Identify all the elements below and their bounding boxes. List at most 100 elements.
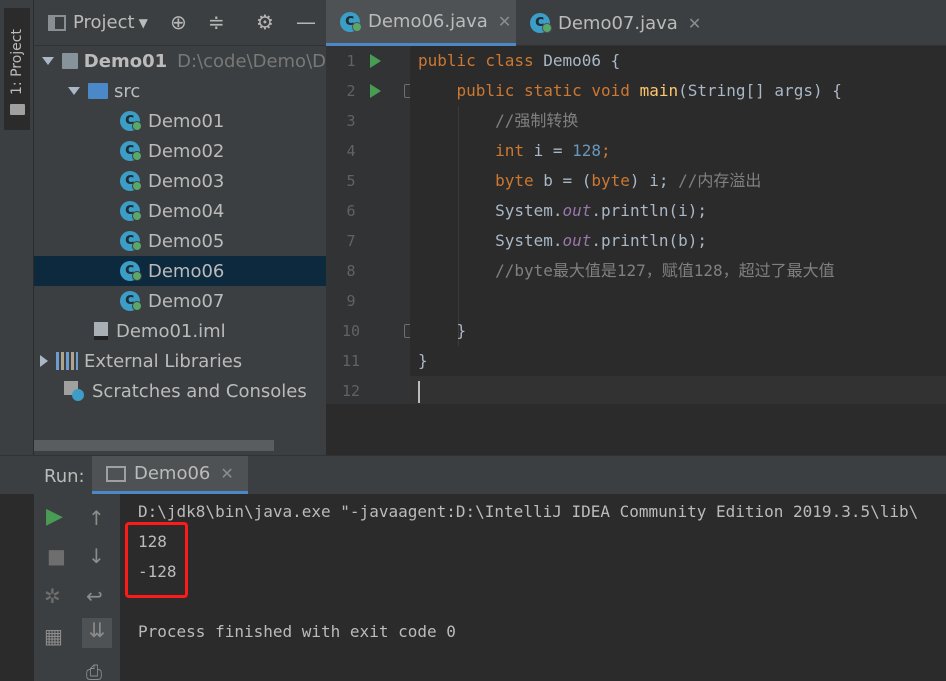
tree-item-module[interactable]: Demo01 D:\code\Demo\D: [34, 46, 326, 76]
project-view-label: Project: [73, 12, 135, 33]
run-tab-demo06[interactable]: Demo06 ✕: [92, 456, 248, 494]
tree-item-class[interactable]: Demo03: [34, 166, 326, 196]
gear-icon[interactable]: ⚙: [256, 10, 274, 34]
up-arrow-icon[interactable]: ↑: [88, 506, 105, 530]
run-method-icon[interactable]: [370, 84, 381, 98]
tree-item-label: Demo04: [148, 200, 225, 222]
code-line-7: System.out.println(b);: [495, 231, 707, 250]
line-number: 11: [341, 352, 361, 370]
code-line-6: System.out.println(i);: [495, 201, 707, 220]
project-tool-tab[interactable]: 1: Project: [4, 8, 30, 130]
java-class-icon: [120, 289, 142, 311]
code-line-1: public class Demo06 {: [418, 51, 621, 70]
console-command-line: D:\jdk8\bin\java.exe "-javaagent:D:\Inte…: [138, 502, 919, 521]
tree-item-iml[interactable]: Demo01.iml: [34, 316, 326, 346]
tree-item-label: Demo01: [148, 110, 225, 132]
java-class-icon: [120, 229, 142, 251]
layout-icon[interactable]: ▦: [44, 624, 63, 648]
tab-label: Demo07.java: [558, 12, 678, 34]
tree-item-label: External Libraries: [84, 350, 243, 372]
current-line-highlight: [410, 376, 946, 404]
tree-item-path: D:\code\Demo\D: [177, 50, 326, 72]
tab-demo06[interactable]: Demo06.java ✕: [326, 0, 516, 46]
tree-item-label: Demo02: [148, 140, 225, 162]
horizontal-scrollbar[interactable]: [34, 440, 274, 451]
code-line-8: //byte最大值是127，赋值128，超过了最大值: [495, 261, 835, 280]
hide-panel-icon[interactable]: —: [296, 10, 316, 34]
run-class-icon[interactable]: [370, 54, 381, 68]
run-label: Run:: [44, 466, 85, 487]
project-icon: [48, 14, 66, 31]
tree-item-label: Demo03: [148, 170, 225, 192]
tree-item-label: src: [114, 80, 141, 102]
expand-arrow-icon[interactable]: [40, 355, 48, 367]
tree-item-label: Demo05: [148, 230, 225, 252]
editor-gutter: 1 2 3 4 5 6 7 8 9 10 11 12: [326, 46, 416, 404]
line-number: 2: [346, 82, 356, 100]
tree-item-class[interactable]: Demo01: [34, 106, 326, 136]
code-line-2: public static void main(String[] args) {: [456, 81, 842, 100]
tab-label: Demo06.java: [368, 11, 488, 32]
java-class-icon: [120, 259, 142, 281]
code-line-4: int i = 128;: [495, 141, 611, 160]
console-icon: [106, 465, 126, 482]
java-class-icon: [120, 169, 142, 191]
code-line-11: }: [418, 351, 428, 370]
run-panel-header: Run: Demo06 ✕: [0, 456, 946, 494]
tree-item-class[interactable]: Demo07: [34, 286, 326, 316]
down-arrow-icon[interactable]: ↓: [88, 544, 105, 568]
editor-empty-area: [326, 404, 946, 455]
tree-item-label: Demo01.iml: [116, 320, 226, 342]
code-editor[interactable]: public class Demo06 { public static void…: [410, 46, 946, 404]
run-tab-label: Demo06: [134, 463, 211, 484]
java-class-icon: [120, 109, 142, 131]
soft-wrap-icon[interactable]: ↩: [86, 584, 103, 608]
line-number: 10: [341, 322, 361, 340]
project-view-selector[interactable]: Project ▼: [48, 12, 148, 33]
tree-item-src[interactable]: src: [34, 76, 326, 106]
dump-threads-icon[interactable]: ✲: [44, 584, 61, 608]
line-number: 1: [346, 52, 356, 70]
close-icon[interactable]: ✕: [498, 12, 511, 31]
run-toolbar: ▶ ↑ ■ ↓ ✲ ↩ ▦ ⇊ ⎙: [34, 494, 120, 681]
line-number: 8: [346, 262, 356, 280]
scroll-to-end-icon[interactable]: ⇊: [82, 618, 112, 648]
close-icon[interactable]: ✕: [220, 464, 233, 483]
collapse-all-icon[interactable]: ≑: [208, 10, 225, 34]
code-line-5: byte b = (byte) i; //内存溢出: [495, 171, 762, 190]
console-exit-line: Process finished with exit code 0: [138, 622, 456, 641]
tree-item-class[interactable]: Demo05: [34, 226, 326, 256]
highlight-annotation-box: [125, 522, 188, 598]
line-number: 3: [346, 112, 356, 130]
locate-target-icon[interactable]: ⊕: [170, 10, 187, 34]
tree-item-label: Demo06: [148, 260, 225, 282]
tree-item-class[interactable]: Demo04: [34, 196, 326, 226]
rerun-icon[interactable]: ▶: [46, 504, 63, 529]
tab-demo07[interactable]: Demo07.java ✕: [516, 0, 706, 46]
tree-item-external-libraries[interactable]: External Libraries: [34, 346, 326, 376]
java-class-icon: [120, 199, 142, 221]
line-number: 9: [346, 292, 356, 310]
stop-icon[interactable]: ■: [47, 544, 66, 568]
dropdown-arrow-icon: ▼: [138, 15, 148, 30]
text-caret: [418, 380, 420, 403]
line-number: 12: [341, 382, 361, 400]
close-icon[interactable]: ✕: [688, 14, 701, 33]
project-panel-header: Project ▼ ⊕ ≑ ⚙ —: [34, 0, 326, 46]
iml-file-icon: [94, 322, 108, 340]
expand-arrow-icon[interactable]: [42, 57, 54, 65]
tree-item-scratches[interactable]: Scratches and Consoles: [34, 376, 326, 406]
module-folder-icon: [62, 53, 78, 69]
print-icon[interactable]: ⎙: [86, 660, 102, 681]
line-number: 7: [346, 232, 356, 250]
tree-item-class-selected[interactable]: Demo06: [34, 256, 326, 286]
console-output[interactable]: D:\jdk8\bin\java.exe "-javaagent:D:\Inte…: [120, 494, 946, 681]
source-folder-icon: [88, 83, 108, 99]
tree-item-label: Demo01: [83, 50, 168, 72]
tree-item-class[interactable]: Demo02: [34, 136, 326, 166]
code-line-10: }: [456, 321, 467, 340]
project-tree: Demo01 D:\code\Demo\D src Demo01 Demo02 …: [34, 46, 326, 455]
expand-arrow-icon[interactable]: [68, 87, 80, 95]
project-tool-tab-label: 1: Project: [9, 29, 25, 95]
folder-icon: [10, 104, 25, 115]
